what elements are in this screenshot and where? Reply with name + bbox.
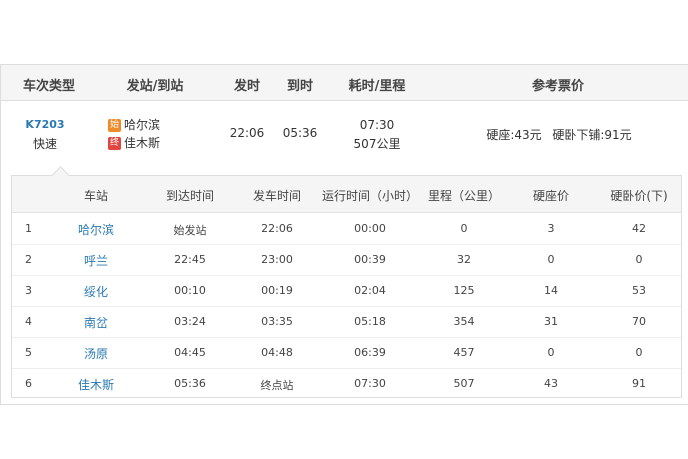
stops-table-header: 车站 到达时间 发车时间 运行时间（小时） 里程（公里） 硬座价 硬卧价(下) [12, 176, 681, 213]
row-run-time: 06:39 [354, 346, 386, 359]
table-row: 5 汤原 04:45 04:48 06:39 457 0 0 [12, 337, 681, 369]
table-row: 1 哈尔滨 始发站 22:06 00:00 0 3 42 [12, 213, 681, 245]
train-type: 快速 [32, 137, 58, 151]
row-index: 1 [25, 222, 32, 235]
duration: 07:30 [359, 118, 395, 132]
station-link[interactable]: 南岔 [84, 314, 108, 331]
row-distance: 457 [453, 346, 475, 359]
stops-table: 车站 到达时间 发车时间 运行时间（小时） 里程（公里） 硬座价 硬卧价(下) … [11, 166, 682, 399]
end-badge-icon: 终 [108, 137, 121, 150]
table-row: 4 南岔 03:24 03:35 05:18 354 31 70 [12, 306, 681, 338]
col-station: 车站 [83, 189, 109, 203]
train-row: K7203 快速 始哈尔滨 终佳木斯 22:06 05:36 07:30 507… [1, 101, 688, 167]
row-run-time: 05:18 [354, 315, 386, 328]
row-arrive: 05:36 [174, 377, 206, 390]
to-station: 终佳木斯 [108, 134, 160, 151]
row-hard-sleeper: 91 [632, 377, 646, 390]
station-link[interactable]: 呼兰 [84, 252, 108, 269]
row-depart: 终点站 [260, 379, 294, 392]
fare-hard-seat: 硬座:43元 [486, 128, 542, 142]
row-index: 4 [25, 315, 32, 328]
row-hard-sleeper: 70 [632, 315, 646, 328]
start-badge-icon: 始 [108, 119, 121, 132]
row-arrive: 04:45 [174, 346, 206, 359]
row-index: 2 [25, 253, 32, 266]
station-link[interactable]: 绥化 [84, 283, 108, 300]
train-schedule-panel: 车次类型 发站/到站 发时 到时 耗时/里程 参考票价 K7203 快速 始哈尔… [0, 64, 688, 405]
row-index: 3 [25, 284, 32, 297]
row-run-time: 00:00 [354, 222, 386, 235]
row-distance: 354 [453, 315, 475, 328]
table-row: 2 呼兰 22:45 23:00 00:39 32 0 0 [12, 244, 681, 276]
arrive-time: 05:36 [282, 126, 318, 140]
row-hard-seat: 31 [544, 315, 558, 328]
col-hard-sleeper: 硬卧价(下) [610, 189, 668, 203]
row-hard-sleeper: 53 [632, 284, 646, 297]
row-distance: 0 [460, 222, 468, 235]
header-from-to: 发站/到站 [126, 79, 184, 94]
from-station: 始哈尔滨 [108, 116, 160, 133]
row-index: 5 [25, 346, 32, 359]
row-hard-seat: 43 [544, 377, 558, 390]
header-train-type: 车次类型 [22, 79, 76, 94]
col-depart: 发车时间 [252, 189, 302, 203]
row-hard-seat: 3 [547, 222, 555, 235]
header-depart: 发时 [233, 79, 261, 94]
row-depart: 03:35 [261, 315, 293, 328]
header-arrive: 到时 [286, 79, 314, 94]
col-distance: 里程（公里） [427, 189, 501, 203]
table-row: 6 佳木斯 05:36 终点站 07:30 507 43 91 [12, 368, 681, 399]
col-run-time: 运行时间（小时） [321, 189, 419, 203]
row-hard-seat: 14 [544, 284, 558, 297]
from-station-name: 哈尔滨 [124, 118, 161, 132]
row-distance: 507 [453, 377, 475, 390]
row-arrive: 00:10 [174, 284, 206, 297]
distance: 507公里 [353, 137, 401, 151]
fare-hard-sleeper: 硬卧下铺:91元 [552, 128, 632, 142]
row-depart: 04:48 [261, 346, 293, 359]
row-arrive: 22:45 [174, 253, 206, 266]
header-duration-distance: 耗时/里程 [348, 79, 406, 94]
col-hard-seat: 硬座价 [532, 189, 570, 203]
train-code-link[interactable]: K7203 [25, 118, 64, 131]
row-hard-seat: 0 [547, 346, 555, 359]
depart-time: 22:06 [229, 126, 265, 140]
row-distance: 125 [453, 284, 475, 297]
row-arrive: 03:24 [174, 315, 206, 328]
row-run-time: 00:39 [354, 253, 386, 266]
col-arrive: 到达时间 [165, 189, 215, 203]
row-depart: 00:19 [261, 284, 293, 297]
row-index: 6 [25, 377, 32, 390]
row-depart: 23:00 [261, 253, 293, 266]
row-hard-sleeper: 0 [635, 346, 643, 359]
station-link[interactable]: 哈尔滨 [78, 221, 114, 238]
station-link[interactable]: 汤原 [84, 345, 108, 362]
row-hard-sleeper: 0 [635, 253, 643, 266]
row-distance: 32 [457, 253, 471, 266]
header-fare: 参考票价 [531, 79, 585, 94]
schedule-header: 车次类型 发站/到站 发时 到时 耗时/里程 参考票价 [1, 65, 688, 101]
row-run-time: 07:30 [354, 377, 386, 390]
row-arrive: 始发站 [173, 224, 207, 237]
table-row: 3 绥化 00:10 00:19 02:04 125 14 53 [12, 275, 681, 307]
row-depart: 22:06 [261, 222, 293, 235]
row-hard-seat: 0 [547, 253, 555, 266]
row-run-time: 02:04 [354, 284, 386, 297]
to-station-name: 佳木斯 [124, 136, 161, 150]
row-hard-sleeper: 42 [632, 222, 646, 235]
station-link[interactable]: 佳木斯 [78, 376, 114, 393]
